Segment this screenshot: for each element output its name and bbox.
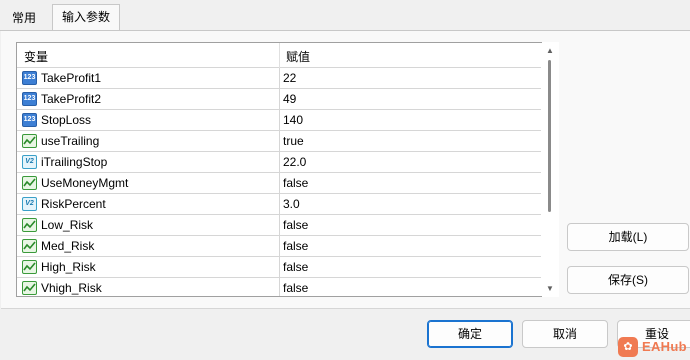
variable-name: TakeProfit1 [41,71,102,85]
variable-value[interactable]: 3.0 [283,197,300,211]
scroll-thumb[interactable] [548,60,551,212]
boolean-type-icon [22,176,37,190]
scroll-down-arrow-icon[interactable]: ▼ [546,284,554,293]
variable-name: useTrailing [41,134,100,148]
variable-cell[interactable]: V2 RiskPercent [17,194,280,214]
variable-name: RiskPercent [41,197,106,211]
variable-cell[interactable]: useTrailing [17,131,280,151]
cancel-button[interactable]: 取消 [522,320,608,348]
variable-value[interactable]: false [283,176,308,190]
parameters-grid: 变量 赋值 123 TakeProfit1 22 123 TakeProfit2 49 12… [16,42,559,297]
variable-name: UseMoneyMgmt [41,176,129,190]
boolean-type-icon [22,260,37,274]
table-row[interactable]: V2 RiskPercent 3.0 [17,194,541,215]
variable-name: High_Risk [41,260,96,274]
variable-value[interactable]: false [283,239,308,253]
watermark-logo: ✿ EAHub [618,336,690,358]
boolean-type-icon [22,281,37,295]
integer-type-icon: 123 [22,92,37,106]
tab-common[interactable]: 常用 [3,8,45,31]
table-row[interactable]: UseMoneyMgmt false [17,173,541,194]
boolean-type-icon [22,218,37,232]
variable-name: Vhigh_Risk [41,281,102,295]
variable-value[interactable]: 22.0 [283,155,306,169]
variable-cell[interactable]: UseMoneyMgmt [17,173,280,193]
variable-cell[interactable]: Low_Risk [17,215,280,235]
variable-cell[interactable]: 123 StopLoss [17,110,280,130]
column-header-variable[interactable]: 变量 [24,48,48,65]
save-button[interactable]: 保存(S) [567,266,689,294]
table-row[interactable]: useTrailing true [17,131,541,152]
variable-name: iTrailingStop [41,155,108,169]
variable-value[interactable]: true [283,134,304,148]
variable-cell[interactable]: 123 TakeProfit2 [17,89,280,109]
variable-cell[interactable]: V2 iTrailingStop [17,152,280,172]
boolean-type-icon [22,239,37,253]
variable-cell[interactable]: Med_Risk [17,236,280,256]
table-row[interactable]: Med_Risk false [17,236,541,257]
variable-cell[interactable]: 123 TakeProfit1 [17,68,280,88]
variable-value[interactable]: 49 [283,92,296,106]
table-row[interactable]: 123 StopLoss 140 [17,110,541,131]
load-button[interactable]: 加载(L) [567,223,689,251]
variable-value[interactable]: 22 [283,71,296,85]
ok-button[interactable]: 确定 [427,320,513,348]
variable-name: TakeProfit2 [41,92,102,106]
integer-type-icon: 123 [22,71,37,85]
watermark-text: EAHub [642,339,687,354]
scroll-up-arrow-icon[interactable]: ▲ [546,46,554,55]
column-header-value[interactable]: 赋值 [286,48,310,65]
table-row[interactable]: 123 TakeProfit1 22 [17,68,541,89]
table-row[interactable]: Vhigh_Risk false [17,278,541,296]
variable-cell[interactable]: Vhigh_Risk [17,278,280,296]
variable-value[interactable]: 140 [283,113,303,127]
variable-name: StopLoss [41,113,92,127]
table-row[interactable]: Low_Risk false [17,215,541,236]
variable-value[interactable]: false [283,281,308,295]
grid-header: 变量 赋值 [17,43,541,68]
tab-input-params[interactable]: 输入参数 [52,4,121,31]
vertical-scrollbar[interactable]: ▲ ▼ [542,42,559,297]
grid-rows: 123 TakeProfit1 22 123 TakeProfit2 49 123 StopL… [17,68,541,296]
tab-bar: 常用 输入参数 [0,0,690,31]
integer-type-icon: 123 [22,113,37,127]
variable-name: Low_Risk [41,218,94,232]
table-row[interactable]: 123 TakeProfit2 49 [17,89,541,110]
column-separator[interactable] [279,43,280,68]
watermark-badge-icon: ✿ [618,337,638,357]
table-row[interactable]: High_Risk false [17,257,541,278]
variable-value[interactable]: false [283,260,308,274]
double-type-icon: V2 [22,155,37,169]
table-row[interactable]: V2 iTrailingStop 22.0 [17,152,541,173]
boolean-type-icon [22,134,37,148]
variable-name: Med_Risk [41,239,95,253]
variable-cell[interactable]: High_Risk [17,257,280,277]
double-type-icon: V2 [22,197,37,211]
variable-value[interactable]: false [283,218,308,232]
